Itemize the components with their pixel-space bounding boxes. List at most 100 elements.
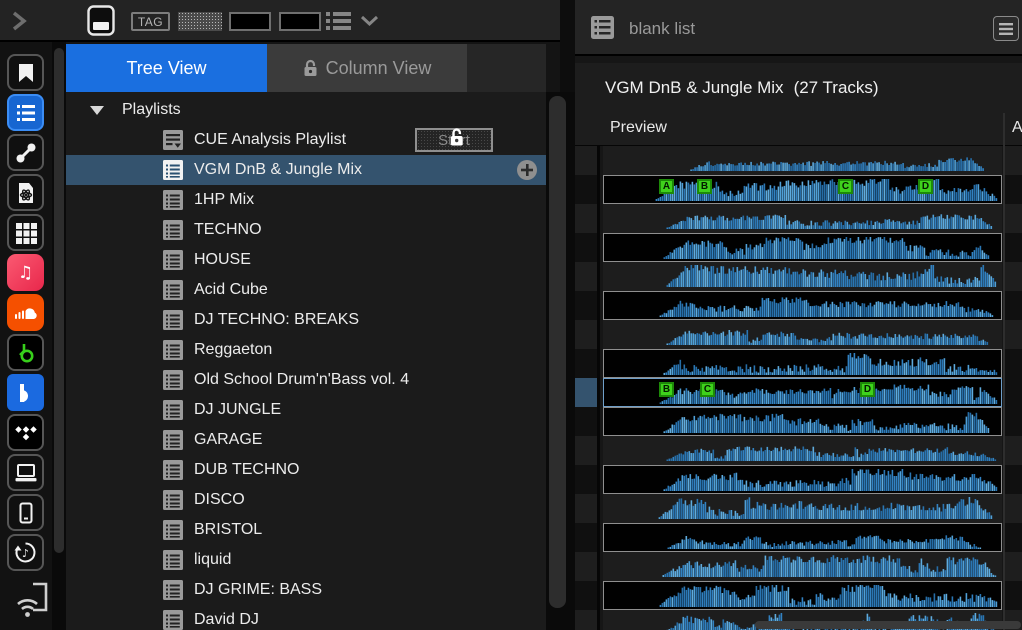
playlist-tree-item[interactable]: CUE Analysis PlaylistStart [66, 125, 546, 155]
sidebar-item-itunes[interactable]: ♫ [7, 254, 44, 291]
track-row[interactable] [575, 581, 1022, 610]
cue-analysis-start-button[interactable]: Start [415, 128, 493, 152]
column-header-preview[interactable]: Preview [610, 119, 667, 137]
track-preview-cell[interactable] [603, 436, 1002, 465]
sidebar-item-wifi-sync[interactable] [16, 580, 50, 620]
sidebar-item-mobile-device[interactable] [7, 494, 44, 531]
library-name-label: blank list [629, 19, 695, 39]
track-row[interactable] [575, 465, 1022, 494]
waveform-preview [604, 234, 1001, 261]
sidebar-item-related-tracks[interactable] [7, 134, 44, 171]
track-row[interactable] [575, 146, 1022, 175]
tree-scrollbar[interactable] [546, 92, 575, 630]
track-list-panel: blank list VGM DnB & Jungle Mix(27 Track… [575, 0, 1022, 630]
track-preview-cell[interactable]: BCD [603, 378, 1002, 407]
playlist-tree-item[interactable]: 1HP Mix [66, 185, 546, 215]
track-preview-cell[interactable] [603, 146, 1002, 175]
playlist-item-icon [163, 430, 183, 450]
tree-root-playlists[interactable]: Playlists [66, 95, 546, 125]
track-row-status-cell [575, 146, 600, 175]
sidebar-item-beatsource[interactable] [7, 374, 44, 411]
playlist-name: VGM DnB & Jungle Mix [194, 161, 362, 179]
track-row[interactable] [575, 291, 1022, 320]
playlist-tree-item[interactable]: DJ JUNGLE [66, 395, 546, 425]
playlist-name: DUB TECHNO [194, 461, 300, 479]
playlist-tree-item[interactable]: TECHNO [66, 215, 546, 245]
track-preview-cell[interactable] [603, 349, 1002, 378]
track-list-icon[interactable] [325, 11, 353, 32]
track-row[interactable]: ABCD [575, 175, 1022, 204]
track-preview-cell[interactable] [603, 320, 1002, 349]
track-preview-cell[interactable] [603, 581, 1002, 610]
playlist-tree-item[interactable]: DISCO [66, 485, 546, 515]
sidebar-item-bookmark[interactable] [7, 54, 44, 91]
playlist-tree-item[interactable]: VGM DnB & Jungle Mix [66, 155, 546, 185]
playlist-tree-item[interactable]: HOUSE [66, 245, 546, 275]
track-row[interactable] [575, 436, 1022, 465]
layout-view-button[interactable] [86, 4, 116, 37]
color-tag-swatch-3[interactable] [279, 12, 321, 31]
track-preview-cell[interactable] [603, 262, 1002, 291]
track-row[interactable] [575, 523, 1022, 552]
track-preview-cell[interactable] [603, 494, 1002, 523]
playlist-tree-item[interactable]: DUB TECHNO [66, 455, 546, 485]
sidebar-item-history[interactable]: ♪ [7, 534, 44, 571]
column-header-artist[interactable]: A [1012, 119, 1022, 137]
track-row-status-cell [575, 552, 600, 581]
sidebar-item-computer[interactable] [7, 454, 44, 491]
track-row[interactable] [575, 494, 1022, 523]
caret-down-icon[interactable] [90, 106, 104, 115]
playlist-tree-item[interactable]: Old School Drum'n'Bass vol. 4 [66, 365, 546, 395]
track-preview-cell[interactable] [603, 291, 1002, 320]
horizontal-scrollbar-thumb[interactable] [755, 621, 1021, 629]
track-preview-cell[interactable] [603, 552, 1002, 581]
track-row[interactable] [575, 233, 1022, 262]
sidebar-item-beatport[interactable] [7, 334, 44, 371]
playlist-tree-item[interactable]: GARAGE [66, 425, 546, 455]
playlist-tree-item[interactable]: liquid [66, 545, 546, 575]
sidebar-item-tidal[interactable] [7, 414, 44, 451]
track-row[interactable] [575, 349, 1022, 378]
playlist-tree-item[interactable]: BRISTOL [66, 515, 546, 545]
track-row[interactable] [575, 204, 1022, 233]
sidebar-item-smart-playlist[interactable] [7, 174, 44, 211]
sidebar-item-soundcloud[interactable] [7, 294, 44, 331]
playlist-tree-item[interactable]: DJ TECHNO: BREAKS [66, 305, 546, 335]
track-preview-cell[interactable] [603, 465, 1002, 494]
sidebar-scrollbar-thumb[interactable] [54, 48, 64, 553]
lock-icon [303, 59, 318, 77]
playlist-tree-item[interactable]: DJ GRIME: BASS [66, 575, 546, 605]
tag-button[interactable]: TAG [131, 12, 170, 31]
track-row-next-column-cell [1005, 523, 1022, 552]
list-options-button[interactable] [993, 16, 1019, 41]
sidebar-item-grid[interactable] [7, 214, 44, 251]
color-tag-swatch-1[interactable] [178, 12, 222, 31]
tab-tree-view[interactable]: Tree View [66, 44, 267, 92]
track-preview-cell[interactable] [603, 204, 1002, 233]
chevron-down-icon[interactable] [360, 15, 379, 27]
track-row[interactable] [575, 407, 1022, 436]
playlist-name: David DJ [194, 611, 259, 629]
playlist-tree-item[interactable]: Acid Cube [66, 275, 546, 305]
track-preview-cell[interactable] [603, 233, 1002, 262]
track-row-status-cell [575, 233, 600, 262]
cue-marker-a: A [659, 179, 674, 194]
sidebar-scrollbar[interactable] [52, 42, 66, 630]
column-divider[interactable] [1003, 113, 1005, 630]
tree-scrollbar-thumb[interactable] [549, 96, 566, 608]
track-row[interactable] [575, 320, 1022, 349]
playlist-tree-item[interactable]: David DJ [66, 605, 546, 630]
track-preview-cell[interactable]: ABCD [603, 175, 1002, 204]
track-row[interactable] [575, 262, 1022, 291]
tab-column-view[interactable]: Column View [267, 44, 467, 92]
track-preview-cell[interactable] [603, 523, 1002, 552]
waveform-preview [603, 262, 1000, 289]
sidebar-item-playlists[interactable] [7, 94, 44, 131]
color-tag-swatch-2[interactable] [229, 12, 271, 31]
playlist-tree-item[interactable]: Reggaeton [66, 335, 546, 365]
track-row-selected[interactable]: BCD [575, 378, 1022, 407]
add-playlist-button[interactable] [517, 160, 537, 180]
track-row[interactable] [575, 552, 1022, 581]
track-preview-cell[interactable] [603, 407, 1002, 436]
collapse-panel-icon[interactable] [9, 10, 29, 32]
